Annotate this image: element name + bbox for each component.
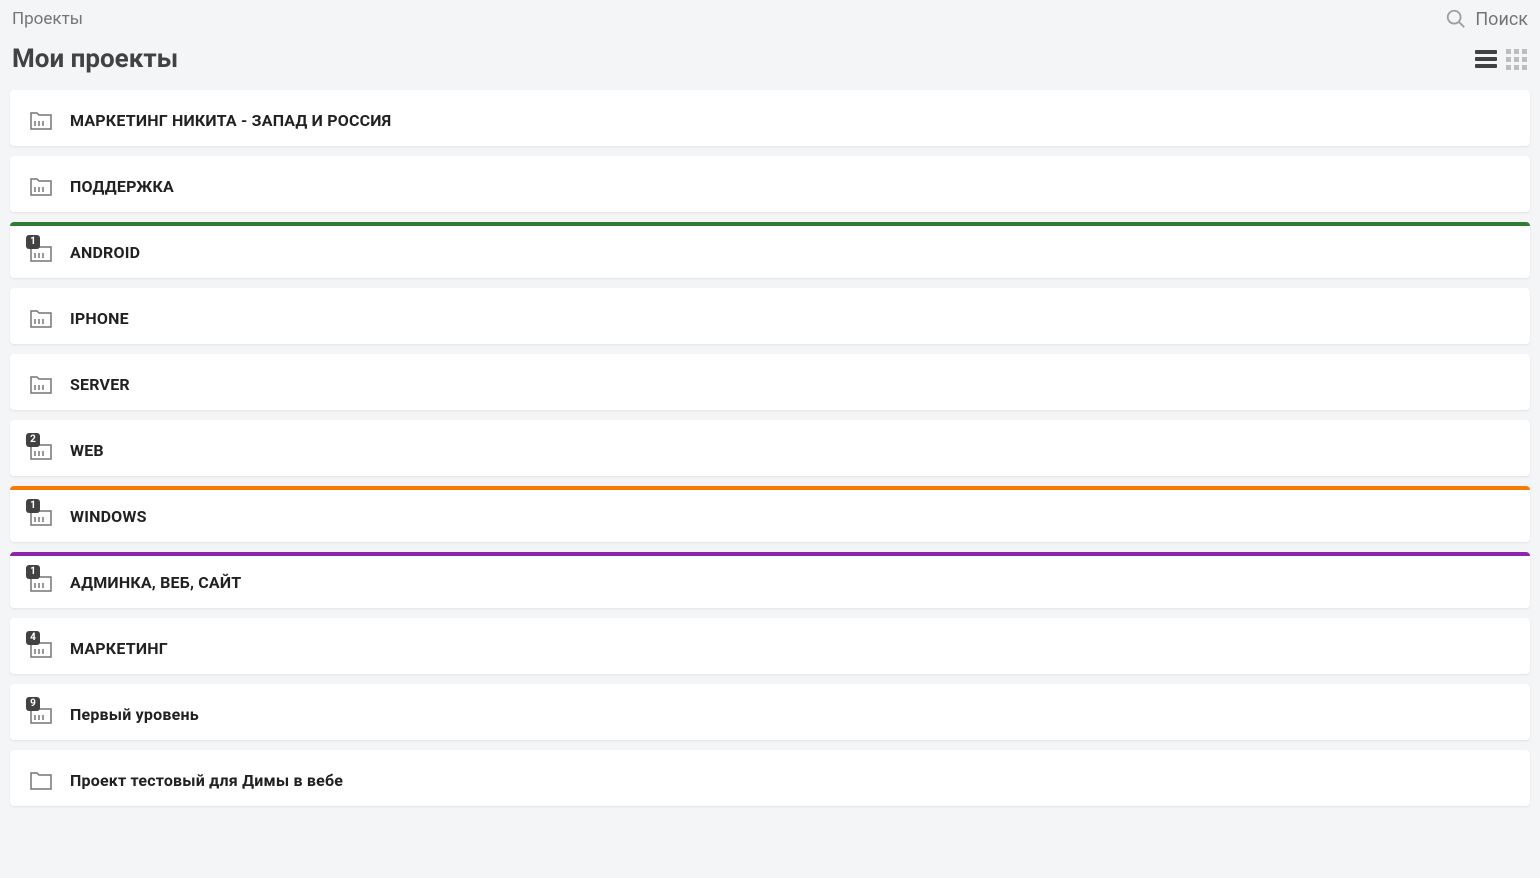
project-card[interactable]: 2 WEB (10, 420, 1530, 476)
project-title: Проект тестовый для Димы в вебе (70, 771, 343, 790)
folder-icon (28, 768, 54, 792)
project-title: ANDROID (70, 243, 140, 262)
project-title: МАРКЕТИНГ НИКИТА - ЗАПАД И РОССИЯ (70, 111, 391, 130)
list-view-button[interactable] (1474, 47, 1498, 71)
grid-view-icon (1506, 49, 1527, 70)
project-badge: 1 (26, 235, 40, 249)
title-row: Мои проекты (0, 36, 1540, 90)
project-card[interactable]: IPHONE (10, 288, 1530, 344)
project-title: WEB (70, 441, 104, 460)
project-title: SERVER (70, 375, 130, 394)
page-title: Мои проекты (12, 44, 178, 74)
board-icon: 9 (28, 702, 54, 726)
grid-view-button[interactable] (1504, 47, 1528, 71)
project-list: МАРКЕТИНГ НИКИТА - ЗАПАД И РОССИЯ ПОДДЕР… (0, 90, 1540, 816)
board-icon (28, 372, 54, 396)
board-icon: 1 (28, 240, 54, 264)
project-badge: 9 (26, 697, 40, 711)
search-icon (1445, 8, 1467, 30)
project-title: ПОДДЕРЖКА (70, 177, 174, 196)
board-icon (28, 306, 54, 330)
board-icon: 1 (28, 504, 54, 528)
breadcrumb[interactable]: Проекты (12, 9, 83, 29)
view-toggle (1474, 47, 1528, 71)
project-badge: 2 (26, 433, 40, 447)
project-title: IPHONE (70, 309, 129, 328)
project-title: АДМИНКА, ВЕБ, САЙТ (70, 573, 241, 592)
search-label: Поиск (1475, 9, 1528, 30)
project-card[interactable]: 1 WINDOWS (10, 486, 1530, 542)
project-badge: 1 (26, 499, 40, 513)
board-icon: 2 (28, 438, 54, 462)
board-icon: 4 (28, 636, 54, 660)
project-title: Первый уровень (70, 705, 199, 724)
header-top: Проекты Поиск (0, 0, 1540, 36)
board-icon (28, 108, 54, 132)
project-badge: 4 (26, 631, 40, 645)
project-card[interactable]: 1 АДМИНКА, ВЕБ, САЙТ (10, 552, 1530, 608)
project-card[interactable]: 1 ANDROID (10, 222, 1530, 278)
project-badge: 1 (26, 565, 40, 579)
project-card[interactable]: Проект тестовый для Димы в вебе (10, 750, 1530, 806)
list-view-icon (1475, 50, 1497, 68)
project-title: МАРКЕТИНГ (70, 639, 168, 658)
project-title: WINDOWS (70, 507, 147, 526)
board-icon (28, 174, 54, 198)
project-card[interactable]: 9 Первый уровень (10, 684, 1530, 740)
project-card[interactable]: ПОДДЕРЖКА (10, 156, 1530, 212)
project-card[interactable]: SERVER (10, 354, 1530, 410)
board-icon: 1 (28, 570, 54, 594)
project-card[interactable]: 4 МАРКЕТИНГ (10, 618, 1530, 674)
project-card[interactable]: МАРКЕТИНГ НИКИТА - ЗАПАД И РОССИЯ (10, 90, 1530, 146)
search-button[interactable]: Поиск (1445, 8, 1528, 30)
